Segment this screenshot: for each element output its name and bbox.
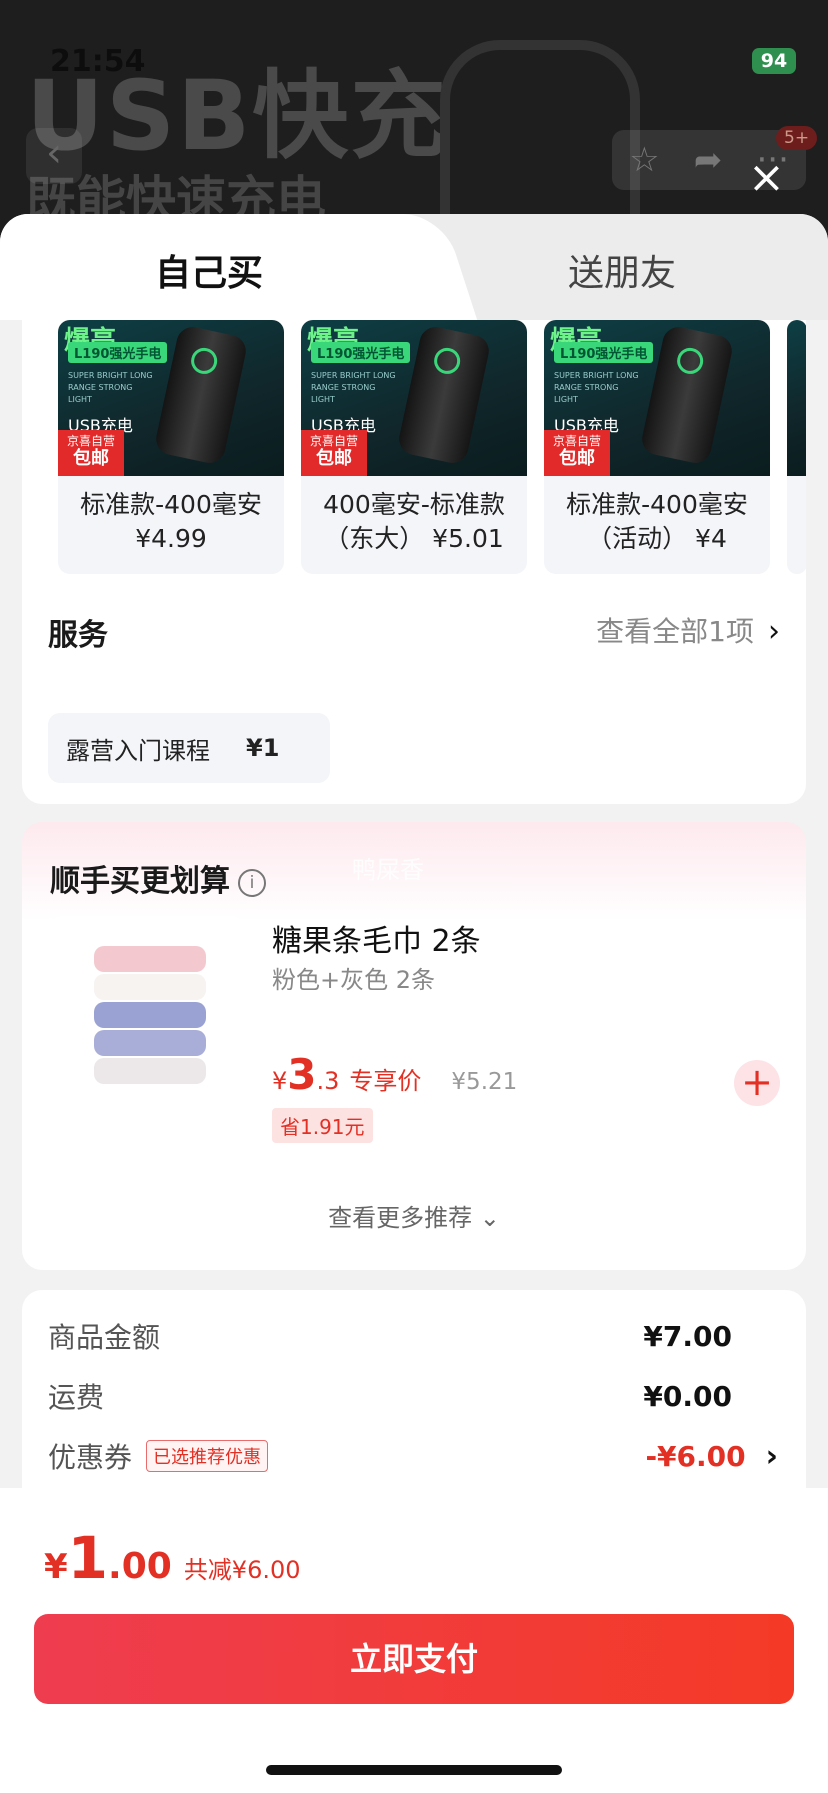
chevron-right-icon: ›: [765, 1438, 778, 1474]
battery-icon: 94: [752, 48, 796, 74]
pay-now-button[interactable]: 立即支付: [34, 1614, 794, 1704]
checkout-bar: ¥1.00 共减¥6.00 立即支付: [0, 1488, 828, 1793]
shipping-value: ¥0.00: [643, 1379, 732, 1413]
service-view-all-label: 查看全部1项: [596, 615, 754, 648]
service-price: ¥1: [246, 734, 280, 762]
goods-amount-value: ¥7.00: [643, 1319, 732, 1353]
thumb-tag: L190强光手电: [311, 342, 411, 363]
variant-option[interactable]: 爆亮 L190强光手电 SUPER BRIGHT LONG RANGE STRO…: [58, 320, 284, 574]
share-icon: ➦: [693, 140, 723, 180]
variant-list: 爆亮 L190强光手电 SUPER BRIGHT LONG RANGE STRO…: [58, 320, 806, 574]
product-spec: 粉色+灰色 2条: [272, 966, 436, 994]
shipping-label: 运费: [48, 1381, 105, 1414]
back-icon: ‹: [26, 128, 82, 184]
variant-thumbnail: 爆亮 L190强光手电 SUPER BRIGHT LONG RANGE STRO…: [58, 320, 284, 476]
thumb-caption: SUPER BRIGHT LONG RANGE STRONG LIGHT: [68, 371, 153, 404]
flashlight-image: [153, 324, 249, 466]
product-name[interactable]: 糖果条毛巾 2条: [272, 916, 481, 960]
variant-price: ¥4.99: [135, 524, 207, 553]
coupon-selected-tag: 已选推荐优惠: [146, 1440, 269, 1472]
brand-tag: 京喜自营 包邮: [544, 430, 610, 476]
thumb-tag: L190强光手电: [554, 342, 654, 363]
see-more-recommendations[interactable]: 查看更多推荐 ⌄: [22, 1198, 806, 1233]
goods-amount-label: 商品金额: [48, 1321, 161, 1354]
info-icon[interactable]: i: [238, 868, 266, 897]
variant-text: 标准款-400毫安 （活动） ¥4: [544, 476, 770, 556]
towel-blue-2: [94, 1030, 206, 1056]
variant-thumbnail: 爆亮 L190强光手电 SUPER BRIGHT LONG RANGE STRO…: [301, 320, 527, 476]
product-price: ¥3.3 专享价 ¥5.21: [272, 1050, 518, 1099]
close-icon[interactable]: ×: [748, 156, 785, 200]
status-time: 21:54: [50, 44, 146, 79]
tab-gift-friend[interactable]: 送朋友: [568, 244, 676, 296]
message-badge: 5+: [776, 126, 818, 150]
thumb-caption: SUPER BRIGHT LONG RANGE STRONG LIGHT: [554, 371, 639, 404]
watermark-text: 鸭屎香: [352, 856, 424, 884]
star-icon: ☆: [629, 140, 660, 180]
variant-price: （活动） ¥4: [587, 524, 727, 553]
variant-name: 标准款-400毫安: [80, 490, 262, 519]
towel-product-image[interactable]: [50, 916, 244, 1112]
tab-bar: 自己买 送朋友: [0, 214, 828, 320]
towel-pink: [94, 946, 206, 972]
towel-white: [94, 974, 206, 1000]
towel-blue: [94, 1002, 206, 1028]
recommend-title: 顺手买更划算 i: [50, 856, 266, 900]
background-product-page: USB快充 既能快速充电 ‹ ☆ ➦ ··· 5+: [0, 0, 828, 240]
tab-buy-for-self[interactable]: 自己买: [155, 244, 263, 296]
total-price: ¥1.00 共减¥6.00: [44, 1524, 301, 1592]
coupon-row[interactable]: 优惠券 已选推荐优惠 -¥6.00 ›: [48, 1434, 778, 1478]
add-to-order-button[interactable]: +: [734, 1060, 780, 1106]
towel-grey: [94, 1058, 206, 1084]
service-option[interactable]: 露营入门课程 ¥1: [48, 713, 330, 783]
variant-name: 400毫安-标准款: [323, 490, 505, 519]
shipping-row: 运费 ¥0.00: [48, 1374, 778, 1418]
variant-thumbnail: [787, 320, 806, 476]
chevron-down-icon: ⌄: [479, 1204, 500, 1232]
total-discount: 共减¥6.00: [183, 1556, 301, 1584]
variant-thumbnail: 爆亮 L190强光手电 SUPER BRIGHT LONG RANGE STRO…: [544, 320, 770, 476]
home-indicator[interactable]: [266, 1765, 562, 1775]
flashlight-image: [639, 324, 735, 466]
flashlight-image: [396, 324, 492, 466]
coupon-label: 优惠券: [48, 1441, 133, 1474]
service-name: 露营入门课程: [66, 736, 210, 765]
brand-tag: 京喜自营 包邮: [58, 430, 124, 476]
cable-graphic: [440, 40, 640, 240]
goods-amount-row: 商品金额 ¥7.00: [48, 1314, 778, 1358]
chevron-right-icon: ›: [768, 614, 780, 649]
variant-option[interactable]: 爆亮 L190强光手电 SUPER BRIGHT LONG RANGE STRO…: [544, 320, 770, 574]
variant-option-partial[interactable]: [787, 320, 806, 574]
service-view-all[interactable]: 查看全部1项 ›: [596, 610, 780, 650]
thumb-caption: SUPER BRIGHT LONG RANGE STRONG LIGHT: [311, 371, 396, 404]
exclusive-price-label: 专享价: [349, 1067, 422, 1095]
variant-price: （东大） ¥5.01: [324, 524, 504, 553]
variant-service-card: 爆亮 L190强光手电 SUPER BRIGHT LONG RANGE STRO…: [22, 320, 806, 804]
coupon-value: -¥6.00: [645, 1439, 746, 1473]
variant-name: 标准款-400毫安: [566, 490, 748, 519]
thumb-tag: L190强光手电: [68, 342, 168, 363]
variant-text: 400毫安-标准款 （东大） ¥5.01: [301, 476, 527, 556]
original-price: ¥5.21: [451, 1069, 518, 1095]
savings-tag: 省1.91元: [272, 1108, 373, 1143]
brand-tag: 京喜自营 包邮: [301, 430, 367, 476]
variant-option[interactable]: 爆亮 L190强光手电 SUPER BRIGHT LONG RANGE STRO…: [301, 320, 527, 574]
service-title: 服务: [48, 618, 108, 653]
recommend-card: 顺手买更划算 i 鸭屎香 糖果条毛巾 2条 粉色+灰色 2条 ¥3.3 专享价 ¥…: [22, 822, 806, 1270]
variant-text: 标准款-400毫安 ¥4.99: [58, 476, 284, 556]
